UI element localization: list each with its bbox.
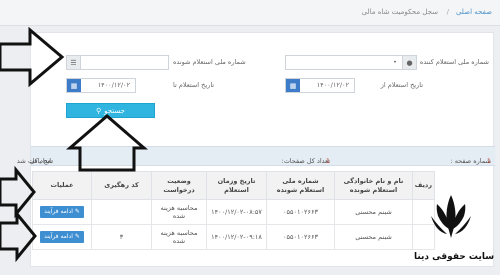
arrow-right-icon (0, 209, 37, 263)
arrow-right-icon (0, 26, 65, 88)
watermark-text: سایت حقوقی دینا (414, 252, 495, 262)
arrow-up-icon (65, 114, 149, 172)
annotation-arrows (0, 26, 149, 263)
arrow-right-icon (0, 165, 36, 219)
site-logo-icon (431, 195, 471, 238)
